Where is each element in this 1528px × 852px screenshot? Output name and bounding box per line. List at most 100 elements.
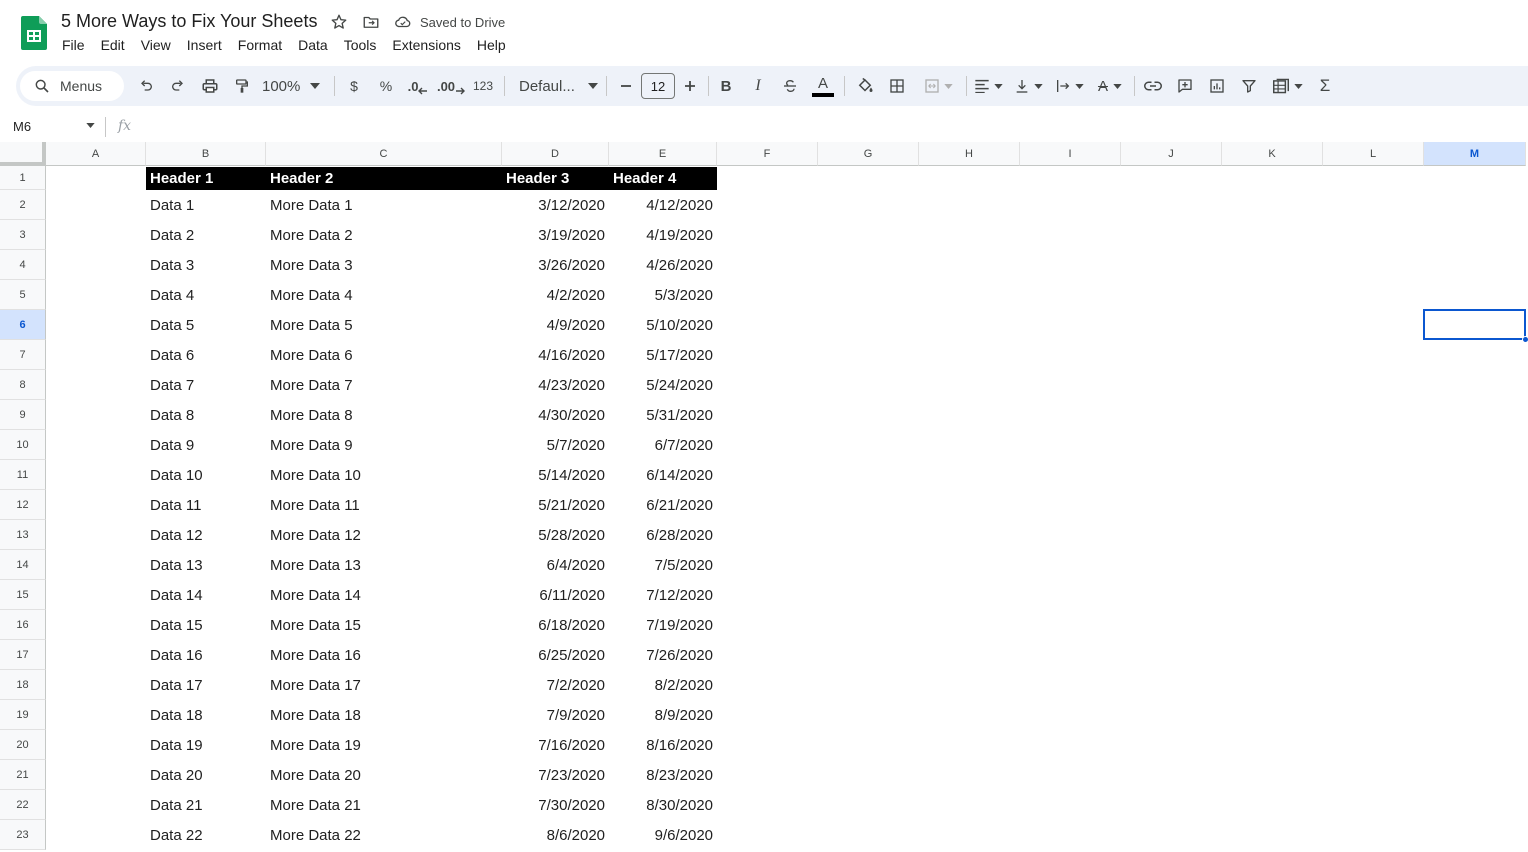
table-cell[interactable]: More Data 7 [266, 370, 502, 400]
table-cell[interactable]: More Data 9 [266, 430, 502, 460]
table-cell[interactable]: Data 11 [146, 490, 266, 520]
menu-edit[interactable]: Edit [93, 36, 133, 56]
row-header-8[interactable]: 8 [0, 370, 46, 400]
row-header-20[interactable]: 20 [0, 730, 46, 760]
table-cell[interactable]: 8/23/2020 [609, 760, 717, 790]
move-folder-icon[interactable] [361, 12, 381, 32]
font-size-input[interactable]: 12 [641, 73, 675, 99]
document-title[interactable]: 5 More Ways to Fix Your Sheets [61, 11, 317, 32]
table-cell[interactable]: 4/30/2020 [502, 400, 609, 430]
table-cell[interactable]: More Data 22 [266, 820, 502, 850]
menu-format[interactable]: Format [230, 36, 290, 56]
table-cell[interactable]: More Data 8 [266, 400, 502, 430]
menu-view[interactable]: View [133, 36, 179, 56]
increase-decimal-button[interactable]: .00 [436, 66, 466, 106]
row-header-19[interactable]: 19 [0, 700, 46, 730]
paint-format-icon[interactable] [228, 66, 256, 106]
menu-data[interactable]: Data [290, 36, 336, 56]
row-header-17[interactable]: 17 [0, 640, 46, 670]
table-cell[interactable]: Data 6 [146, 340, 266, 370]
row-header-12[interactable]: 12 [0, 490, 46, 520]
row-header-13[interactable]: 13 [0, 520, 46, 550]
filter-icon[interactable] [1236, 66, 1262, 106]
table-cell[interactable]: 6/21/2020 [609, 490, 717, 520]
table-cell[interactable]: 5/31/2020 [609, 400, 717, 430]
table-cell[interactable]: 5/10/2020 [609, 310, 717, 340]
table-cell[interactable]: 4/16/2020 [502, 340, 609, 370]
row-header-22[interactable]: 22 [0, 790, 46, 820]
table-cell[interactable]: 8/6/2020 [502, 820, 609, 850]
table-cell[interactable]: Data 9 [146, 430, 266, 460]
redo-icon[interactable] [164, 66, 192, 106]
table-cell[interactable]: Data 10 [146, 460, 266, 490]
row-header-23[interactable]: 23 [0, 820, 46, 850]
table-cell[interactable]: 7/19/2020 [609, 610, 717, 640]
more-formats-button[interactable]: 123 [470, 66, 496, 106]
table-cell[interactable]: More Data 11 [266, 490, 502, 520]
table-cell[interactable]: 6/11/2020 [502, 580, 609, 610]
table-cell[interactable]: Data 2 [146, 220, 266, 250]
table-cell[interactable]: 6/7/2020 [609, 430, 717, 460]
table-cell[interactable]: 4/23/2020 [502, 370, 609, 400]
table-cell[interactable]: 7/16/2020 [502, 730, 609, 760]
row-header-15[interactable]: 15 [0, 580, 46, 610]
strikethrough-icon[interactable] [778, 66, 802, 106]
table-cell[interactable]: Data 18 [146, 700, 266, 730]
column-header-e[interactable]: E [609, 142, 717, 166]
table-cell[interactable]: 5/17/2020 [609, 340, 717, 370]
decrease-decimal-button[interactable]: .0 [404, 66, 432, 106]
table-cell[interactable]: 7/9/2020 [502, 700, 609, 730]
table-cell[interactable]: 6/18/2020 [502, 610, 609, 640]
row-header-10[interactable]: 10 [0, 430, 46, 460]
cloud-saved-icon[interactable] [393, 12, 413, 32]
column-header-j[interactable]: J [1121, 142, 1222, 166]
horizontal-align-icon[interactable] [970, 66, 1006, 106]
table-cell[interactable]: More Data 10 [266, 460, 502, 490]
table-cell[interactable]: Data 19 [146, 730, 266, 760]
functions-icon[interactable]: Σ [1312, 66, 1338, 106]
table-cell[interactable]: More Data 18 [266, 700, 502, 730]
table-cell[interactable]: 7/30/2020 [502, 790, 609, 820]
column-header-d[interactable]: D [502, 142, 609, 166]
table-cell[interactable]: Data 4 [146, 280, 266, 310]
table-cell[interactable]: 5/28/2020 [502, 520, 609, 550]
table-cell[interactable]: 6/4/2020 [502, 550, 609, 580]
bold-icon[interactable]: B [714, 66, 738, 106]
table-cell[interactable]: 3/26/2020 [502, 250, 609, 280]
table-cell[interactable]: 7/26/2020 [609, 640, 717, 670]
table-cell[interactable]: 5/7/2020 [502, 430, 609, 460]
menu-file[interactable]: File [54, 36, 93, 56]
table-cell[interactable]: 8/2/2020 [609, 670, 717, 700]
name-box[interactable]: M6 [13, 119, 31, 134]
column-header-a[interactable]: A [46, 142, 146, 166]
search-menus-button[interactable]: Menus [20, 71, 124, 101]
table-cell[interactable]: Data 3 [146, 250, 266, 280]
row-header-6[interactable]: 6 [0, 310, 46, 340]
table-cell[interactable]: Data 1 [146, 190, 266, 220]
table-cell[interactable]: More Data 14 [266, 580, 502, 610]
table-cell[interactable]: 3/19/2020 [502, 220, 609, 250]
menu-insert[interactable]: Insert [179, 36, 230, 56]
row-header-21[interactable]: 21 [0, 760, 46, 790]
column-header-i[interactable]: I [1020, 142, 1121, 166]
percent-format-button[interactable]: % [374, 66, 398, 106]
column-header-m[interactable]: M [1424, 142, 1526, 166]
decrease-font-size-icon[interactable] [614, 66, 638, 106]
column-header-l[interactable]: L [1323, 142, 1424, 166]
table-cell[interactable]: More Data 17 [266, 670, 502, 700]
table-cell[interactable]: 4/12/2020 [609, 190, 717, 220]
column-header-c[interactable]: C [266, 142, 502, 166]
borders-icon[interactable] [884, 66, 910, 106]
select-all-corner[interactable] [0, 142, 46, 166]
table-cell[interactable]: Data 13 [146, 550, 266, 580]
table-cell[interactable]: More Data 5 [266, 310, 502, 340]
table-cell[interactable]: Data 5 [146, 310, 266, 340]
row-header-14[interactable]: 14 [0, 550, 46, 580]
filter-views-icon[interactable] [1266, 66, 1308, 106]
row-header-3[interactable]: 3 [0, 220, 46, 250]
row-header-5[interactable]: 5 [0, 280, 46, 310]
table-cell[interactable]: 7/2/2020 [502, 670, 609, 700]
table-cell[interactable]: Data 17 [146, 670, 266, 700]
table-cell[interactable]: Data 16 [146, 640, 266, 670]
table-cell[interactable]: 4/19/2020 [609, 220, 717, 250]
